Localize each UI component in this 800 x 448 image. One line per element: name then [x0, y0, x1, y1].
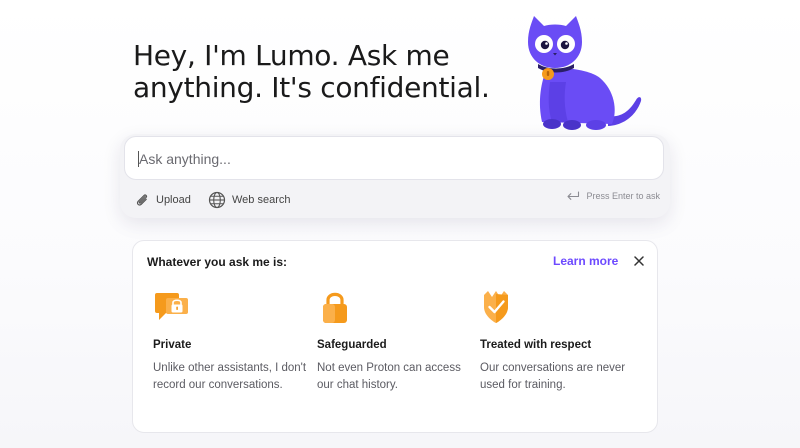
- chat-lock-icon: [155, 293, 188, 320]
- upload-label: Upload: [156, 194, 191, 206]
- feature-safeguarded: Safeguarded Not even Proton can access o…: [317, 289, 479, 394]
- lumo-cat-mascot: [528, 16, 642, 130]
- page-title: Hey, I'm Lumo. Ask me anything. It's con…: [133, 39, 490, 104]
- enter-hint: Press Enter to ask: [566, 191, 660, 201]
- feature-private: Private Unlike other assistants, I don't…: [153, 289, 313, 394]
- feature-description: Not even Proton can access our chat hist…: [317, 362, 461, 391]
- ask-input[interactable]: [137, 137, 651, 181]
- enter-hint-label: Press Enter to ask: [586, 191, 660, 201]
- feature-title: Safeguarded: [317, 339, 387, 351]
- padlock-icon: [323, 292, 347, 323]
- feature-title: Private: [153, 339, 192, 351]
- web-search-label: Web search: [232, 194, 291, 206]
- feature-description: Our conversations are never used for tra…: [480, 362, 626, 391]
- feature-description: Unlike other assistants, I don't record …: [153, 362, 307, 391]
- enter-key-icon: [567, 191, 580, 200]
- ask-input-wrapper: [124, 136, 664, 181]
- close-icon[interactable]: [631, 253, 647, 269]
- shield-check-icon: [484, 291, 508, 323]
- feature-treated-with-respect: Treated with respect Our conversations a…: [480, 289, 630, 394]
- composer: Upload Web search Press Enter to ask: [120, 134, 670, 218]
- paperclip-icon: [136, 194, 148, 206]
- privacy-info-card: Whatever you ask me is: Learn more Priva…: [132, 240, 658, 433]
- learn-more-link[interactable]: Learn more: [553, 254, 618, 268]
- card-title: Whatever you ask me is:: [147, 255, 288, 269]
- web-search-button[interactable]: Web search: [208, 188, 291, 212]
- globe-icon: [208, 191, 226, 209]
- upload-button[interactable]: Upload: [134, 188, 191, 212]
- feature-title: Treated with respect: [480, 339, 592, 351]
